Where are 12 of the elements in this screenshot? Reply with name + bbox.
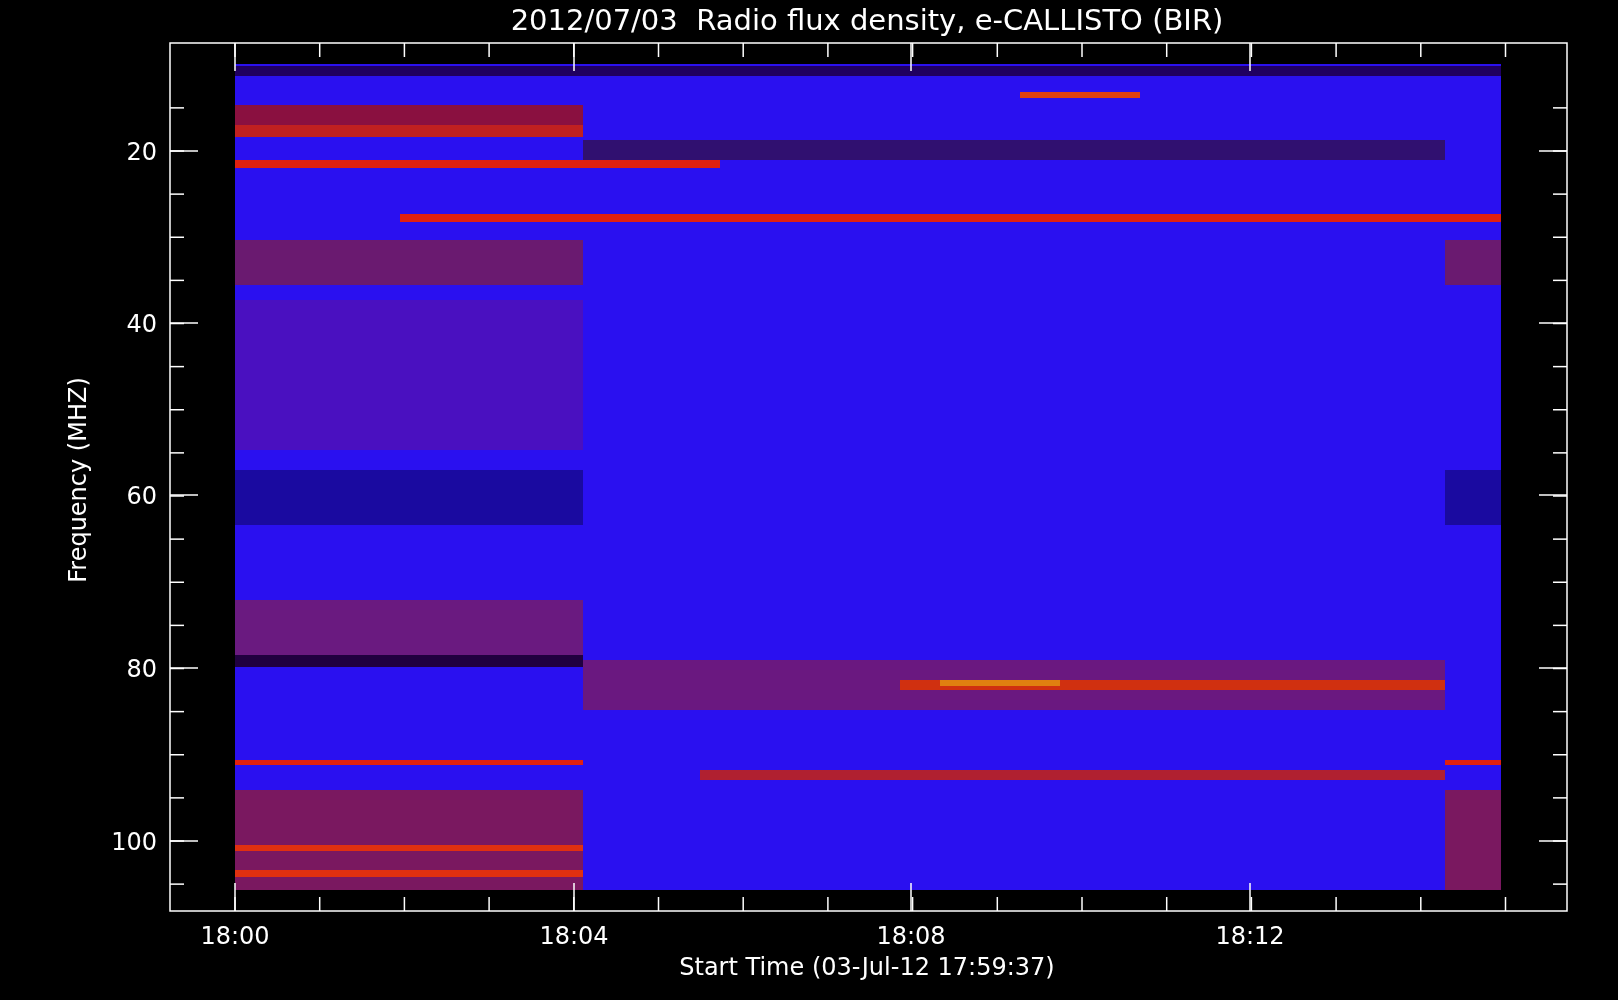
chart-title: 2012/07/03 Radio flux density, e-CALLISTO (BIR) xyxy=(510,3,1224,37)
y-tick-label: 20 xyxy=(126,138,157,166)
x-tick-label: 18:04 xyxy=(539,922,609,950)
y-axis-label: Frequency (MHZ) xyxy=(64,377,92,583)
x-axis-label: Start Time (03-Jul-12 17:59:37) xyxy=(679,953,1055,981)
x-tick-label: 18:08 xyxy=(876,922,946,950)
y-tick-label: 80 xyxy=(126,655,157,683)
y-tick-label: 100 xyxy=(111,828,157,856)
y-tick-label: 40 xyxy=(126,310,157,338)
y-tick-label: 60 xyxy=(126,482,157,510)
x-tick-label: 18:12 xyxy=(1215,922,1285,950)
x-tick-label: 18:00 xyxy=(200,922,270,950)
